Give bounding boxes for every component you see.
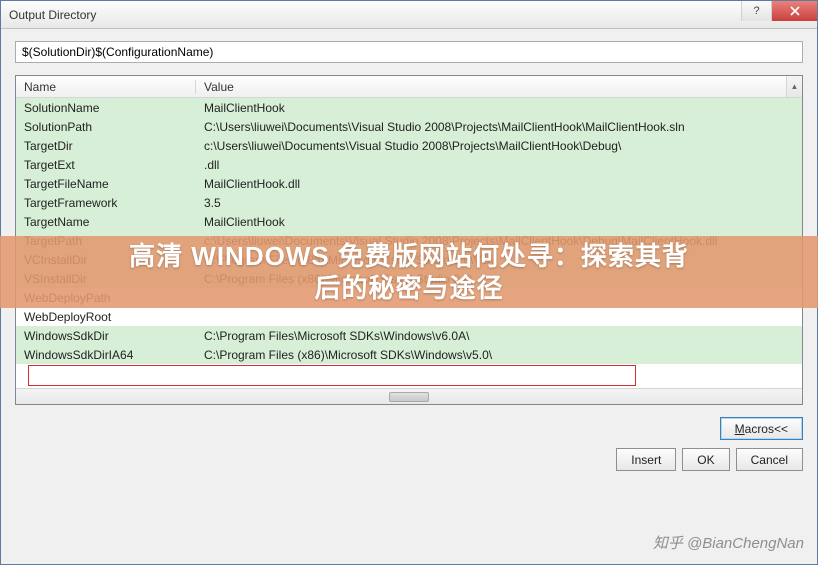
dialog-window: Output Directory ? Name Value ▲ Solution…	[0, 0, 818, 565]
macro-value: C:\Program Files\Microsoft SDKs\Windows\…	[196, 329, 802, 343]
macro-name: TargetName	[16, 215, 196, 229]
macro-value: C:\Program Files (x86)\Microsoft SDKs\Wi…	[196, 348, 802, 362]
macro-name: WebDeployPath	[16, 291, 196, 305]
macro-name: WindowsSdkDirIA64	[16, 348, 196, 362]
table-row[interactable]: WindowsSdkDirC:\Program Files\Microsoft …	[16, 326, 802, 345]
horizontal-scrollbar[interactable]	[16, 388, 802, 404]
column-header-name[interactable]: Name	[16, 80, 196, 94]
table-row[interactable]: VSInstallDirC:\Program Files (x86)\Micro…	[16, 269, 802, 288]
macro-value: MailClientHook	[196, 101, 802, 115]
ok-button[interactable]: OK	[682, 448, 729, 471]
list-body[interactable]: SolutionNameMailClientHookSolutionPathC:…	[16, 98, 802, 388]
macro-name: TargetExt	[16, 158, 196, 172]
dialog-content: Name Value ▲ SolutionNameMailClientHookS…	[1, 29, 817, 564]
macro-name: TargetFileName	[16, 177, 196, 191]
macro-value: MailClientHook	[196, 215, 802, 229]
table-row[interactable]: WindowsSdkDirIA64C:\Program Files (x86)\…	[16, 345, 802, 364]
output-directory-input[interactable]	[15, 41, 803, 63]
macro-value: c:\Users\liuwei\Documents\Visual Studio …	[196, 139, 802, 153]
table-row[interactable]: SolutionNameMailClientHook	[16, 98, 802, 117]
list-header: Name Value ▲	[16, 76, 802, 98]
macros-list: Name Value ▲ SolutionNameMailClientHookS…	[15, 75, 803, 405]
help-button[interactable]: ?	[741, 1, 771, 21]
close-icon	[790, 6, 800, 16]
table-row[interactable]: SolutionPathC:\Users\liuwei\Documents\Vi…	[16, 117, 802, 136]
macro-value: C:\Users\liuwei\Documents\Visual Studio …	[196, 120, 802, 134]
macro-value: c:\Users\liuwei\Documents\Visual Studio …	[196, 234, 802, 248]
macro-value: MailClientHook.dll	[196, 177, 802, 191]
close-button[interactable]	[771, 1, 817, 21]
table-row[interactable]: TargetPathc:\Users\liuwei\Documents\Visu…	[16, 231, 802, 250]
macro-name: VSInstallDir	[16, 272, 196, 286]
table-row[interactable]: WebDeployPath	[16, 288, 802, 307]
macro-name: WindowsSdkDir	[16, 329, 196, 343]
macro-name: SolutionPath	[16, 120, 196, 134]
insert-button[interactable]: Insert	[616, 448, 676, 471]
macro-value: C:\Program Files (x86)\Microsoft Visual …	[196, 272, 802, 286]
scrollbar-thumb[interactable]	[389, 392, 429, 402]
macro-name: WebDeployRoot	[16, 310, 196, 324]
table-row[interactable]: TargetFileNameMailClientHook.dll	[16, 174, 802, 193]
macro-value: .dll	[196, 158, 802, 172]
table-row[interactable]: TargetFramework3.5	[16, 193, 802, 212]
table-row[interactable]: TargetDirc:\Users\liuwei\Documents\Visua…	[16, 136, 802, 155]
table-row[interactable]: TargetExt.dll	[16, 155, 802, 174]
macro-value: 3.5	[196, 196, 802, 210]
cancel-button[interactable]: Cancel	[736, 448, 803, 471]
highlight-rectangle	[28, 365, 636, 386]
scroll-up-indicator[interactable]: ▲	[786, 76, 802, 97]
macros-button[interactable]: Macros<<	[720, 417, 803, 440]
macro-name: SolutionName	[16, 101, 196, 115]
window-title: Output Directory	[9, 8, 741, 22]
table-row[interactable]: VCInstallDirC:\Program Files (x86)\Micro…	[16, 250, 802, 269]
button-area: Macros<< Insert OK Cancel	[15, 417, 803, 471]
macro-name: TargetDir	[16, 139, 196, 153]
macro-name: TargetFramework	[16, 196, 196, 210]
column-header-value[interactable]: Value	[196, 80, 786, 94]
window-controls: ?	[741, 1, 817, 28]
titlebar: Output Directory ?	[1, 1, 817, 29]
table-row[interactable]: WebDeployRoot	[16, 307, 802, 326]
path-input-row	[15, 41, 803, 63]
macro-value: C:\Program Files (x86)\Microsoft Visual …	[196, 253, 802, 267]
table-row[interactable]: TargetNameMailClientHook	[16, 212, 802, 231]
macro-name: VCInstallDir	[16, 253, 196, 267]
macro-name: TargetPath	[16, 234, 196, 248]
